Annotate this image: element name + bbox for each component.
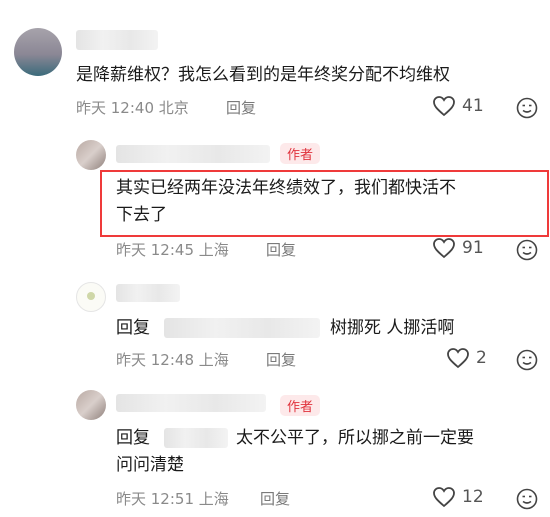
like-button[interactable]: 91: [432, 237, 484, 259]
emoji-icon[interactable]: [516, 97, 538, 119]
heart-icon: [433, 238, 455, 259]
reply-button[interactable]: 回复: [266, 239, 296, 260]
like-count: 91: [462, 238, 484, 258]
comment-item: 是降薪维权？我怎么看到的是年终奖分配不均维权 昨天 12:40 北京 回复 41: [0, 0, 550, 125]
like-count: 2: [476, 348, 487, 368]
reply-prefix: 回复: [116, 428, 150, 448]
heart-icon: [433, 487, 455, 508]
reply-button[interactable]: 回复: [266, 349, 296, 370]
author-badge: 作者: [280, 395, 321, 416]
reply-button[interactable]: 回复: [226, 97, 256, 118]
emoji-icon[interactable]: [516, 239, 538, 261]
author-badge: 作者: [280, 143, 321, 164]
comment-text: 树挪死 人挪活啊: [330, 318, 455, 338]
comment-time: 昨天 12:51 上海: [116, 490, 229, 508]
emoji-icon[interactable]: [516, 349, 538, 371]
like-count: 41: [462, 96, 484, 116]
comment-text: 是降薪维权？我怎么看到的是年终奖分配不均维权: [76, 65, 450, 85]
comment-time: 昨天 12:45 上海: [116, 241, 229, 259]
comment-text: 太不公平了，所以挪之前一定要: [236, 428, 474, 448]
avatar[interactable]: [76, 390, 106, 420]
mention-name[interactable]: [164, 318, 320, 338]
reply-prefix: 回复: [116, 318, 150, 338]
comment-text: 其实已经两年没法年终绩效了，我们都快活不: [116, 178, 456, 198]
reply-item: 作者 回复 太不公平了，所以挪之前一定要 问问清楚 昨天 12:51 上海 回复…: [0, 380, 550, 517]
like-button[interactable]: 12: [432, 486, 484, 508]
like-button[interactable]: 41: [432, 95, 484, 117]
like-count: 12: [462, 487, 484, 507]
heart-icon: [433, 96, 455, 117]
username[interactable]: [116, 394, 266, 412]
avatar[interactable]: [76, 282, 106, 312]
comment-text-line2: 问问清楚: [116, 455, 184, 475]
username[interactable]: [76, 30, 158, 50]
comment-time: 昨天 12:48 上海: [116, 351, 229, 369]
reply-item: 作者 其实已经两年没法年终绩效了，我们都快活不 下去了 昨天 12:45 上海 …: [0, 125, 550, 270]
avatar[interactable]: [14, 28, 62, 76]
avatar[interactable]: [76, 140, 106, 170]
comment-text-line2: 下去了: [116, 205, 167, 225]
heart-icon: [447, 348, 469, 369]
username[interactable]: [116, 145, 270, 163]
reply-item: 回复 树挪死 人挪活啊 昨天 12:48 上海 回复 2: [0, 270, 550, 380]
like-button[interactable]: 2: [446, 347, 487, 369]
comment-time: 昨天 12:40 北京: [76, 99, 189, 117]
mention-name[interactable]: [164, 428, 228, 448]
username[interactable]: [116, 284, 180, 302]
emoji-icon[interactable]: [516, 488, 538, 510]
reply-button[interactable]: 回复: [260, 488, 290, 509]
